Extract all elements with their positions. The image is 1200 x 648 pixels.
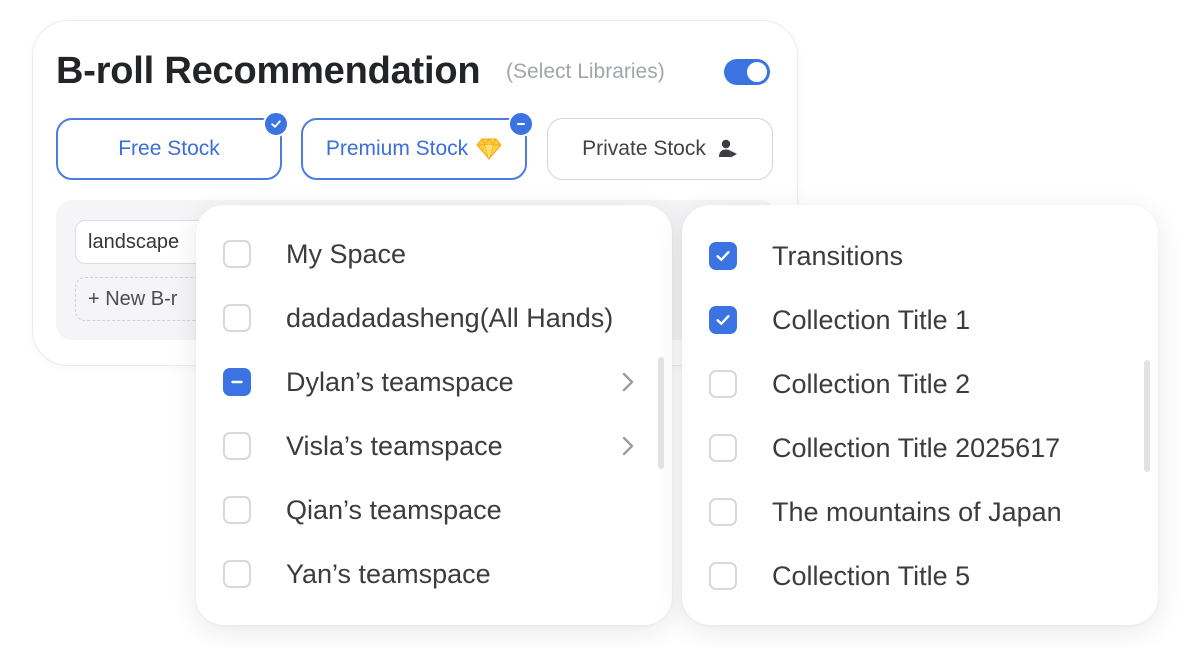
space-item-label: Qian’s teamspace <box>286 494 502 525</box>
partial-badge-icon <box>508 111 534 137</box>
collection-item-collection-title-5[interactable]: Collection Title 5 <box>772 556 970 596</box>
space-item-label: Visla’s teamspace <box>286 430 503 461</box>
toggle-knob <box>747 62 767 82</box>
checkbox-qian-teamspace[interactable] <box>223 496 251 524</box>
space-item-dylan-teamspace[interactable]: Dylan’s teamspace <box>286 362 514 402</box>
person-video-icon <box>718 138 738 160</box>
minus-icon <box>231 380 243 384</box>
checkbox-all-hands[interactable] <box>223 304 251 332</box>
check-icon <box>716 315 730 325</box>
space-item-qian-teamspace[interactable]: Qian’s teamspace <box>286 490 502 530</box>
page-subtitle: (Select Libraries) <box>506 60 665 83</box>
spaces-dropdown: My Space dadadadasheng(All Hands) Dylan’… <box>196 205 672 625</box>
space-item-label: dadadadasheng(All Hands) <box>286 302 614 333</box>
collections-dropdown: Transitions Collection Title 1 Collectio… <box>682 205 1158 625</box>
space-item-my-space[interactable]: My Space <box>286 234 406 274</box>
new-broll-label: + New B-r <box>88 287 178 310</box>
scrollbar[interactable] <box>658 357 664 469</box>
checkbox-yan-teamspace[interactable] <box>223 560 251 588</box>
private-stock-label: Private Stock <box>582 137 706 160</box>
checkbox-transitions[interactable] <box>709 242 737 270</box>
checkbox-collection-title-5[interactable] <box>709 562 737 590</box>
space-item-label: Dylan’s teamspace <box>286 366 514 397</box>
checkbox-dylan-teamspace[interactable] <box>223 368 251 396</box>
collection-item-label: Collection Title 2025617 <box>772 432 1061 463</box>
collection-item-collection-title-2025617[interactable]: Collection Title 2025617 <box>772 428 1060 468</box>
space-item-yan-teamspace[interactable]: Yan’s teamspace <box>286 554 491 594</box>
checkbox-visla-teamspace[interactable] <box>223 432 251 460</box>
checked-badge-icon <box>263 111 289 137</box>
space-item-label: Yan’s teamspace <box>286 558 491 589</box>
private-stock-button[interactable]: Private Stock <box>547 118 773 180</box>
checkbox-mountains-of-japan[interactable] <box>709 498 737 526</box>
diamond-icon <box>476 138 502 160</box>
chevron-right-icon[interactable] <box>620 435 636 457</box>
collection-item-transitions[interactable]: Transitions <box>772 236 903 276</box>
checkbox-collection-title-2[interactable] <box>709 370 737 398</box>
free-stock-label: Free Stock <box>118 137 220 160</box>
page-title: B-roll Recommendation <box>56 50 481 92</box>
premium-stock-label: Premium Stock <box>325 137 469 160</box>
collection-item-label: Collection Title 5 <box>772 560 971 591</box>
space-item-all-hands[interactable]: dadadadasheng(All Hands) <box>286 298 613 338</box>
keyword-chip-label: landscape <box>88 230 180 253</box>
collection-item-label: The mountains of Japan <box>772 496 1062 527</box>
space-item-label: My Space <box>286 238 407 269</box>
collection-item-collection-title-2[interactable]: Collection Title 2 <box>772 364 970 404</box>
chevron-right-icon[interactable] <box>620 371 636 393</box>
checkbox-collection-title-2025617[interactable] <box>709 434 737 462</box>
collection-item-label: Collection Title 1 <box>772 304 971 335</box>
premium-stock-button[interactable]: Premium Stock <box>301 111 534 180</box>
space-item-visla-teamspace[interactable]: Visla’s teamspace <box>286 426 503 466</box>
collection-item-label: Collection Title 2 <box>772 368 971 399</box>
collection-item-collection-title-1[interactable]: Collection Title 1 <box>772 300 970 340</box>
check-icon <box>716 251 730 261</box>
free-stock-button[interactable]: Free Stock <box>56 111 289 180</box>
collection-item-label: Transitions <box>772 240 904 271</box>
recommendation-toggle[interactable] <box>724 59 770 85</box>
checkbox-my-space[interactable] <box>223 240 251 268</box>
checkbox-collection-title-1[interactable] <box>709 306 737 334</box>
collection-item-mountains-of-japan[interactable]: The mountains of Japan <box>772 492 1062 532</box>
scrollbar[interactable] <box>1144 360 1150 472</box>
